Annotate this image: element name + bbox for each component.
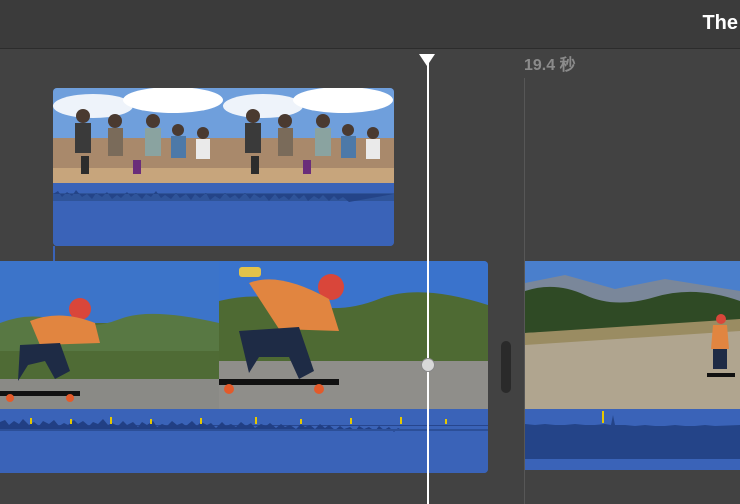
playhead-line[interactable] bbox=[427, 62, 429, 504]
clip-thumbnail-skate-1 bbox=[0, 261, 219, 409]
toolbar: The bbox=[0, 0, 740, 49]
audio-waveform[interactable] bbox=[0, 409, 488, 473]
connected-clip[interactable] bbox=[53, 88, 394, 246]
audio-waveform[interactable] bbox=[525, 409, 740, 470]
clip-trim-handle[interactable] bbox=[501, 341, 511, 393]
clip-thumbnail-group-1 bbox=[53, 88, 224, 183]
window-title: The bbox=[702, 12, 738, 34]
clip-thumbnail-skate-2 bbox=[219, 261, 488, 409]
skimmer-knob[interactable] bbox=[421, 358, 435, 372]
primary-clip-skateboard[interactable] bbox=[0, 261, 488, 473]
audio-waveform[interactable] bbox=[53, 183, 394, 246]
time-label: 19.4 秒 bbox=[524, 57, 576, 74]
primary-clip-road[interactable] bbox=[525, 261, 740, 470]
playhead-triangle-icon[interactable] bbox=[419, 54, 435, 66]
clip-thumbnail-group-2 bbox=[223, 88, 394, 183]
clip-thumbnail-road bbox=[525, 261, 740, 409]
